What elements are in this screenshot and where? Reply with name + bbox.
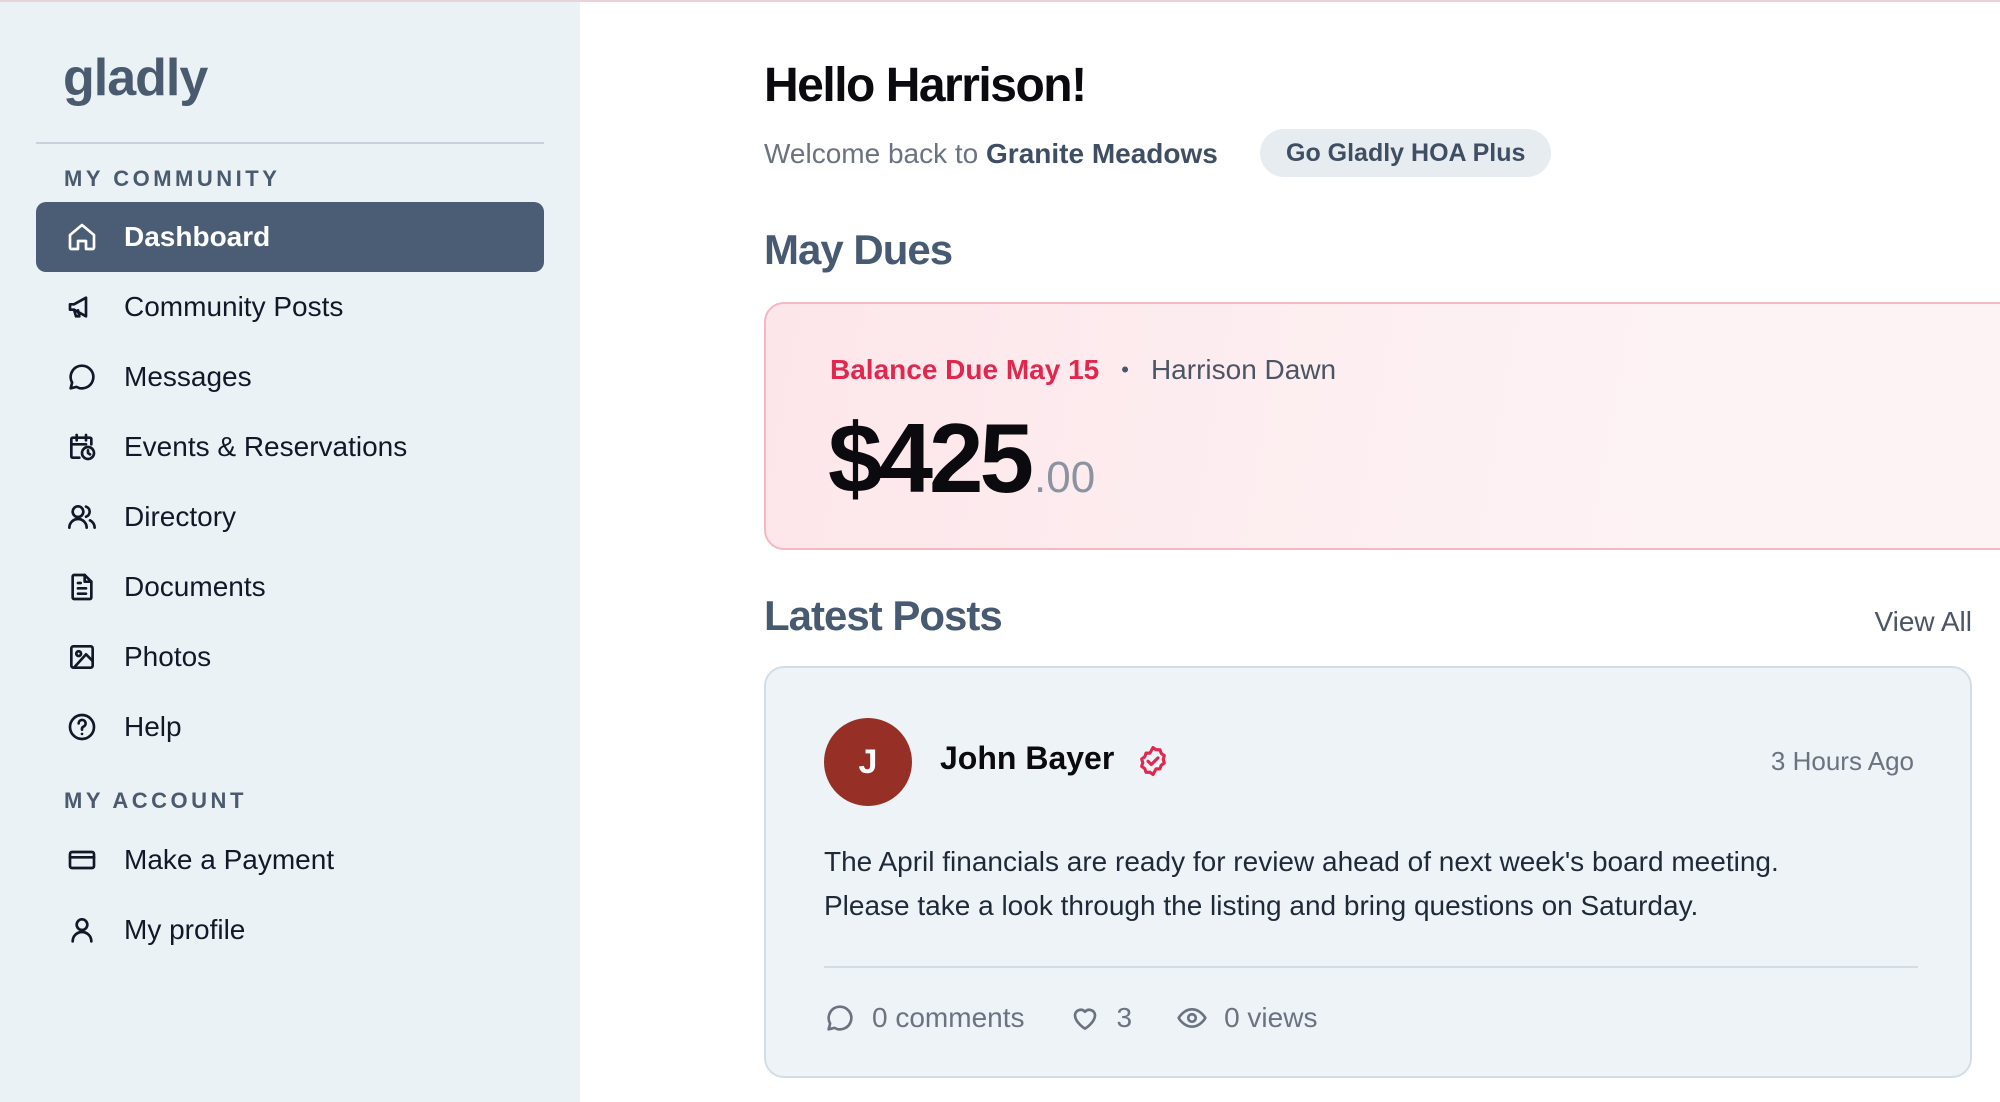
calendar-clock-icon [64, 429, 100, 465]
sidebar-item-my-profile[interactable]: My profile [36, 895, 544, 965]
heart-icon [1073, 1008, 1096, 1030]
sidebar-item-messages[interactable]: Messages [36, 342, 544, 412]
page-title: Hello Harrison! [764, 59, 1087, 112]
views-stat: 0 views [1176, 1002, 1317, 1034]
verified-badge-icon [1136, 744, 1170, 778]
comments-button[interactable]: 0 comments [824, 1002, 1025, 1034]
sidebar-item-label: Make a Payment [124, 844, 335, 875]
dues-card[interactable]: Balance Due May 15 • Harrison Dawn $425 … [764, 302, 2000, 550]
megaphone-icon [64, 289, 100, 325]
sidebar-item-label: My profile [124, 914, 246, 945]
welcome-message: Welcome back to Granite Meadows [764, 138, 1218, 170]
sidebar-item-directory[interactable]: Directory [36, 482, 544, 552]
image-icon [64, 639, 100, 675]
comments-count: 0 comments [872, 1002, 1025, 1033]
sidebar-item-photos[interactable]: Photos [36, 622, 544, 692]
post-divider [824, 966, 1918, 968]
users-icon [64, 499, 100, 535]
post-timestamp: 3 Hours Ago [1770, 746, 1914, 776]
post-card[interactable]: J John Bayer 3 Hours Ago The April finan… [764, 666, 1972, 1078]
latest-posts-title: Latest Posts [764, 592, 1003, 639]
sidebar-item-community-posts[interactable]: Community Posts [36, 272, 544, 342]
sidebar-item-label: Documents [124, 571, 266, 602]
amount-cents: .00 [1034, 453, 1096, 502]
view-all-link[interactable]: View All [1874, 606, 1972, 638]
sidebar-item-dashboard[interactable]: Dashboard [36, 202, 544, 272]
gladly-logo[interactable]: gladly [63, 48, 208, 108]
credit-card-icon [64, 842, 100, 878]
post-stats: 0 comments 3 0 views [824, 1002, 1361, 1034]
document-icon [64, 569, 100, 605]
sidebar-item-label: Events & Reservations [124, 431, 408, 462]
sidebar-item-label: Directory [124, 501, 237, 532]
sidebar-item-label: Community Posts [124, 291, 344, 322]
likes-count: 3 [1116, 1002, 1133, 1033]
avatar[interactable]: J [824, 718, 912, 806]
welcome-prefix: Welcome back to [764, 138, 979, 169]
meta-separator: • [1121, 357, 1129, 382]
views-count: 0 views [1224, 1002, 1318, 1033]
sidebar-item-label: Messages [124, 361, 252, 392]
sidebar-item-label: Dashboard [124, 221, 271, 252]
sidebar-item-make-a-payment[interactable]: Make a Payment [36, 825, 544, 895]
sidebar-item-label: Photos [124, 641, 212, 672]
balance-due-label: Balance Due May 15 [830, 354, 1100, 385]
sidebar-divider [36, 142, 544, 144]
sidebar-item-help[interactable]: Help [36, 692, 544, 762]
dues-meta: Balance Due May 15 • Harrison Dawn [830, 354, 1336, 386]
user-icon [64, 912, 100, 948]
sidebar-item-label: Help [124, 711, 182, 742]
post-body: The April financials are ready for revie… [824, 840, 1924, 928]
sidebar: gladly MY COMMUNITY Dashboard Community … [0, 2, 580, 1102]
amount-whole: $425 [828, 403, 1034, 513]
section-label-my-account: MY ACCOUNT [64, 788, 247, 813]
resident-name: Harrison Dawn [1150, 354, 1337, 385]
sidebar-item-events-reservations[interactable]: Events & Reservations [36, 412, 544, 482]
help-circle-icon [64, 709, 100, 745]
like-button[interactable]: 3 [1069, 1002, 1133, 1034]
home-icon [64, 219, 100, 255]
eye-icon [1177, 1008, 1207, 1028]
section-label-my-community: MY COMMUNITY [64, 166, 281, 191]
post-author[interactable]: John Bayer [940, 740, 1114, 777]
sidebar-item-documents[interactable]: Documents [36, 552, 544, 622]
dues-section-title: May Dues [764, 226, 953, 273]
comment-icon [827, 1005, 853, 1031]
community-name: Granite Meadows [986, 138, 1218, 169]
post-body-line: The April financials are ready for revie… [824, 846, 1779, 877]
post-body-line: Please take a look through the listing a… [824, 890, 1699, 921]
chat-bubble-icon [64, 359, 100, 395]
dues-amount: $425 .00 [828, 402, 1095, 515]
go-hoa-plus-button[interactable]: Go Gladly HOA Plus [1260, 129, 1552, 177]
